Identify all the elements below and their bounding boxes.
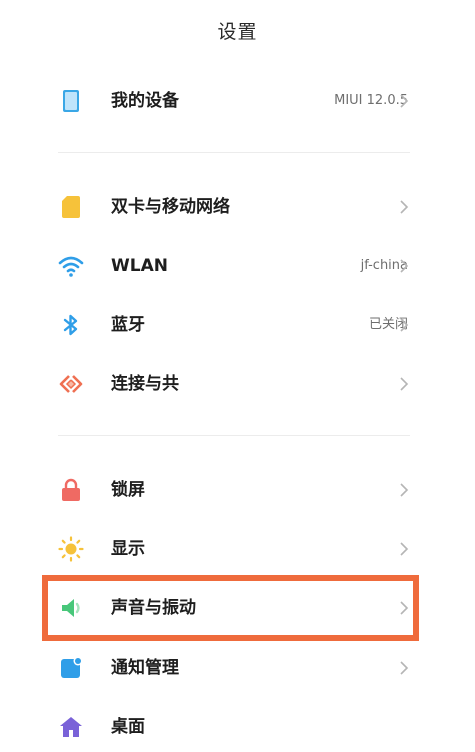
settings-item-label: 连接与共	[111, 374, 179, 394]
chevron-right-icon	[400, 200, 409, 214]
settings-item-label: 我的设备	[111, 91, 179, 111]
page-title: 设置	[217, 21, 258, 43]
settings-item-notifications[interactable]: 通知管理	[0, 643, 475, 693]
settings-item-bluetooth[interactable]: 蓝牙 已关闭	[0, 300, 475, 350]
chevron-right-icon	[400, 377, 409, 391]
device-icon	[63, 90, 79, 112]
chevron-right-icon	[400, 542, 409, 556]
home-icon	[60, 717, 82, 737]
sim-card-icon	[62, 196, 80, 218]
notification-icon	[61, 656, 83, 678]
chevron-right-icon	[400, 483, 409, 497]
settings-item-value: MIUI 12.0.5	[334, 93, 408, 108]
wifi-icon	[58, 256, 84, 277]
settings-item-label: 桌面	[111, 717, 145, 737]
settings-item-sim-network[interactable]: 双卡与移动网络	[0, 182, 475, 232]
chevron-right-icon	[400, 661, 409, 675]
bluetooth-icon	[63, 314, 78, 336]
chevron-right-icon	[400, 259, 409, 273]
lock-icon	[62, 478, 80, 501]
settings-item-label: 通知管理	[111, 658, 179, 678]
highlight-box	[42, 575, 419, 641]
settings-item-label: 显示	[111, 539, 145, 559]
settings-item-my-device[interactable]: 我的设备 MIUI 12.0.5	[0, 76, 475, 126]
settings-item-label: 双卡与移动网络	[111, 197, 230, 217]
settings-item-connection-share[interactable]: 连接与共	[0, 359, 475, 409]
chevron-right-icon	[400, 318, 409, 332]
settings-item-wlan[interactable]: WLAN jf-china	[0, 241, 475, 291]
settings-item-display[interactable]: 显示	[0, 524, 475, 574]
divider	[58, 435, 410, 436]
settings-item-lock-screen[interactable]: 锁屏	[0, 465, 475, 515]
connection-share-icon	[59, 375, 83, 393]
settings-item-label: 蓝牙	[111, 315, 145, 335]
sun-icon	[58, 536, 84, 562]
chevron-right-icon	[400, 94, 409, 108]
settings-item-label: WLAN	[111, 256, 168, 276]
divider	[58, 152, 410, 153]
settings-item-label: 锁屏	[111, 480, 145, 500]
settings-item-home-screen[interactable]: 桌面	[0, 702, 475, 752]
